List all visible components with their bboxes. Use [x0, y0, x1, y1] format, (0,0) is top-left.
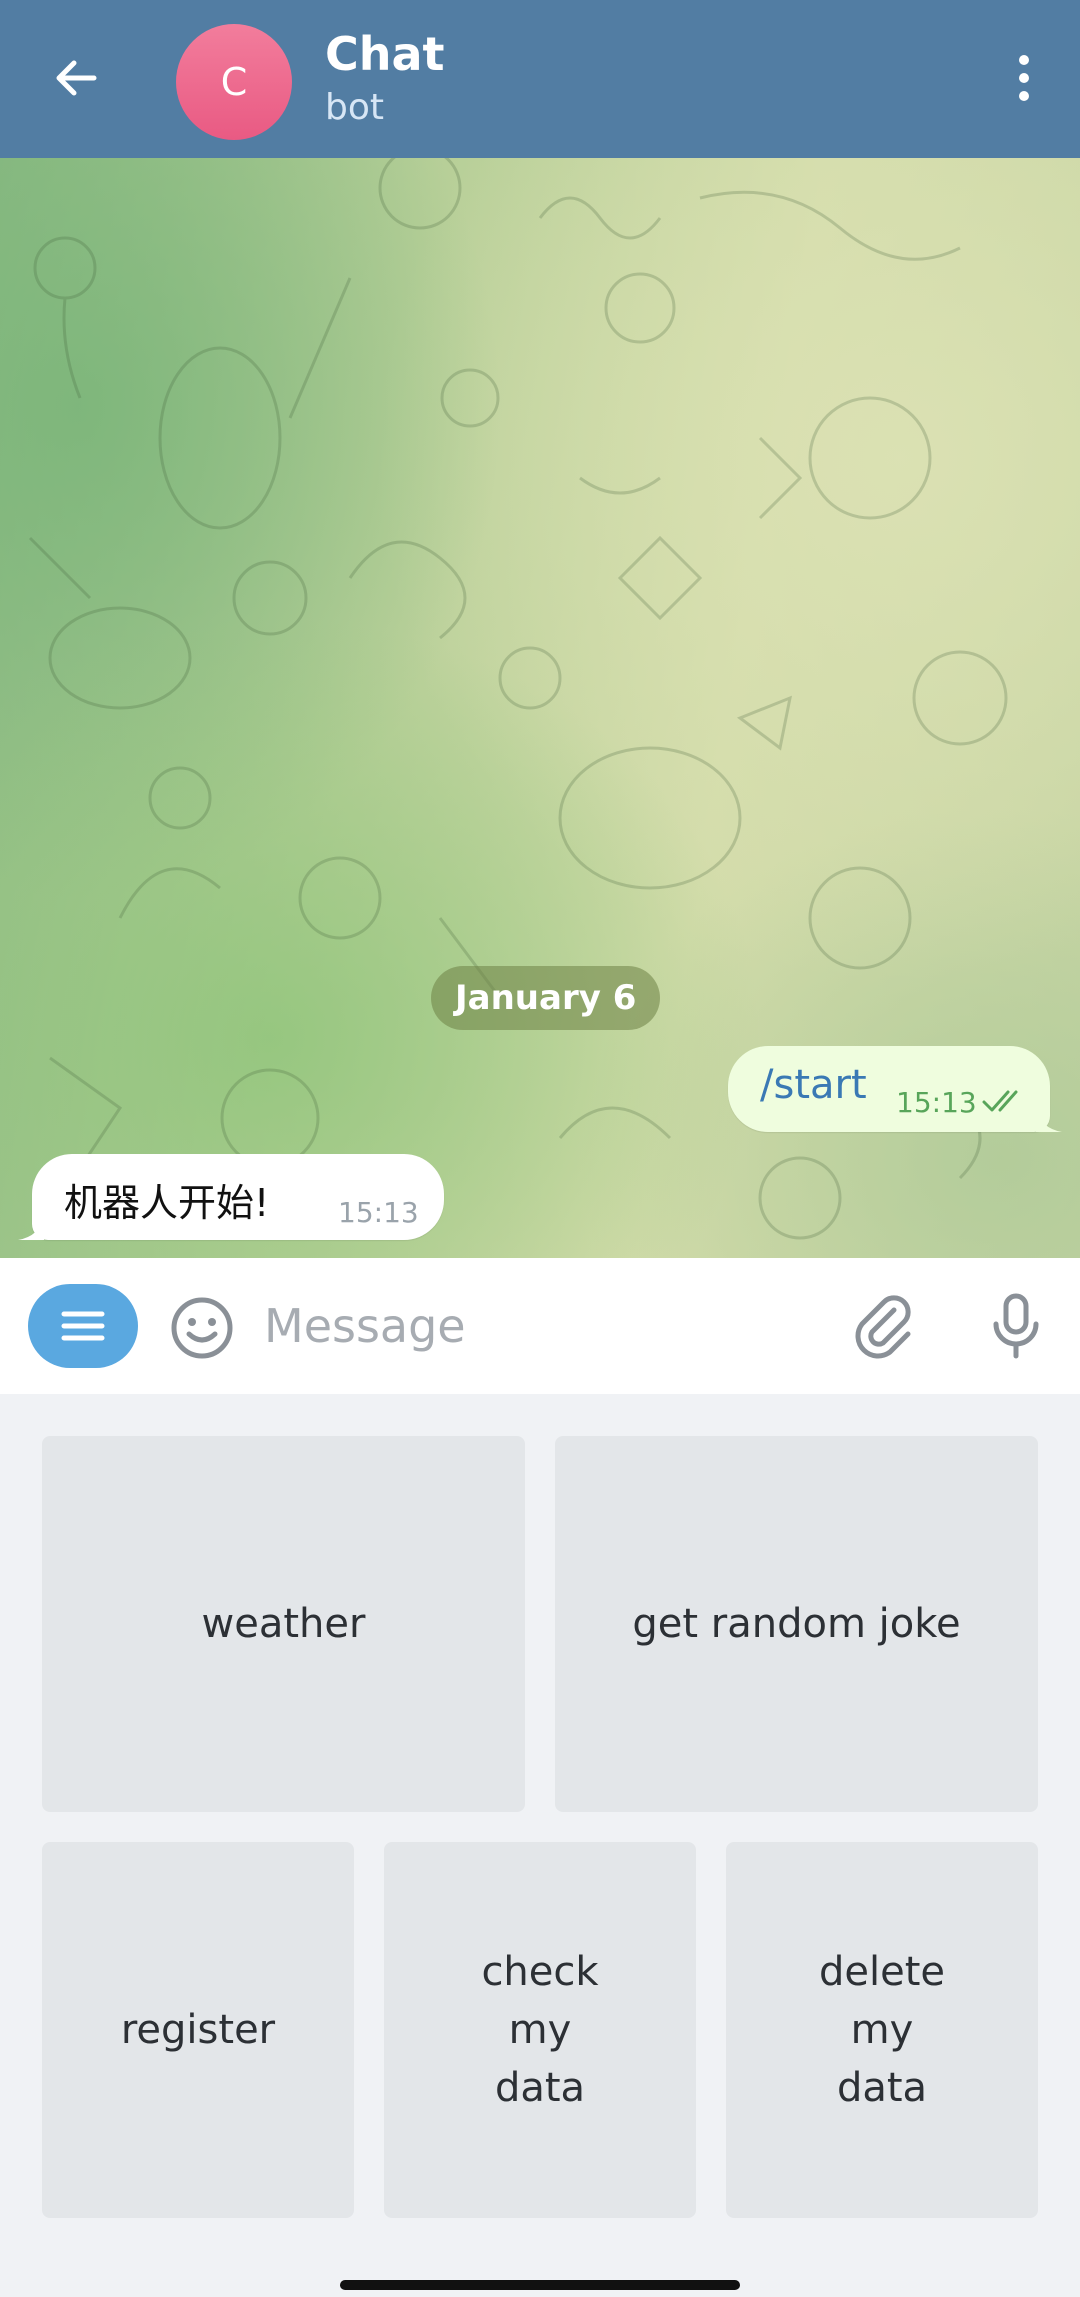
chat-area[interactable]: January 6 /start 15:13 机器人开始! 15:13 — [0, 158, 1080, 1258]
message-time: 15:13 — [338, 1196, 419, 1229]
chat-subtitle: bot — [325, 87, 384, 128]
double-check-icon — [982, 1090, 1018, 1112]
chat-title-block[interactable]: Chat bot — [325, 24, 445, 132]
keyboard-button-random-joke[interactable]: get random joke — [555, 1436, 1038, 1812]
bot-menu-button[interactable] — [28, 1284, 138, 1368]
emoji-icon[interactable] — [168, 1294, 236, 1362]
keyboard-button-register[interactable]: register — [42, 1842, 354, 2218]
attach-icon[interactable] — [850, 1292, 918, 1360]
more-options-button[interactable] — [988, 42, 1060, 114]
bot-reply-keyboard: weather get random joke register check m… — [0, 1394, 1080, 2297]
back-button[interactable] — [40, 42, 112, 114]
back-arrow-icon — [56, 60, 97, 96]
outgoing-message[interactable]: /start 15:13 — [728, 1046, 1050, 1132]
message-time: 15:13 — [896, 1086, 977, 1119]
mic-icon[interactable] — [982, 1292, 1050, 1360]
message-text: /start — [760, 1062, 867, 1108]
chat-header: C Chat bot — [0, 0, 1080, 158]
message-text: 机器人开始! — [64, 1181, 270, 1225]
keyboard-button-weather[interactable]: weather — [42, 1436, 525, 1812]
home-indicator — [340, 2280, 740, 2290]
message-input[interactable] — [264, 1288, 824, 1364]
chat-title: Chat — [325, 27, 445, 81]
more-vertical-icon — [1019, 55, 1029, 101]
avatar[interactable]: C — [176, 24, 292, 140]
keyboard-button-check-data[interactable]: check my data — [384, 1842, 696, 2218]
bot-menu-icon — [61, 1311, 105, 1341]
message-input-bar — [0, 1258, 1080, 1394]
incoming-message[interactable]: 机器人开始! 15:13 — [32, 1154, 444, 1240]
outgoing-bubble-tail — [1036, 1108, 1062, 1132]
incoming-bubble-tail — [18, 1216, 44, 1240]
date-separator: January 6 — [431, 966, 661, 1030]
keyboard-button-delete-data[interactable]: delete my data — [726, 1842, 1038, 2218]
